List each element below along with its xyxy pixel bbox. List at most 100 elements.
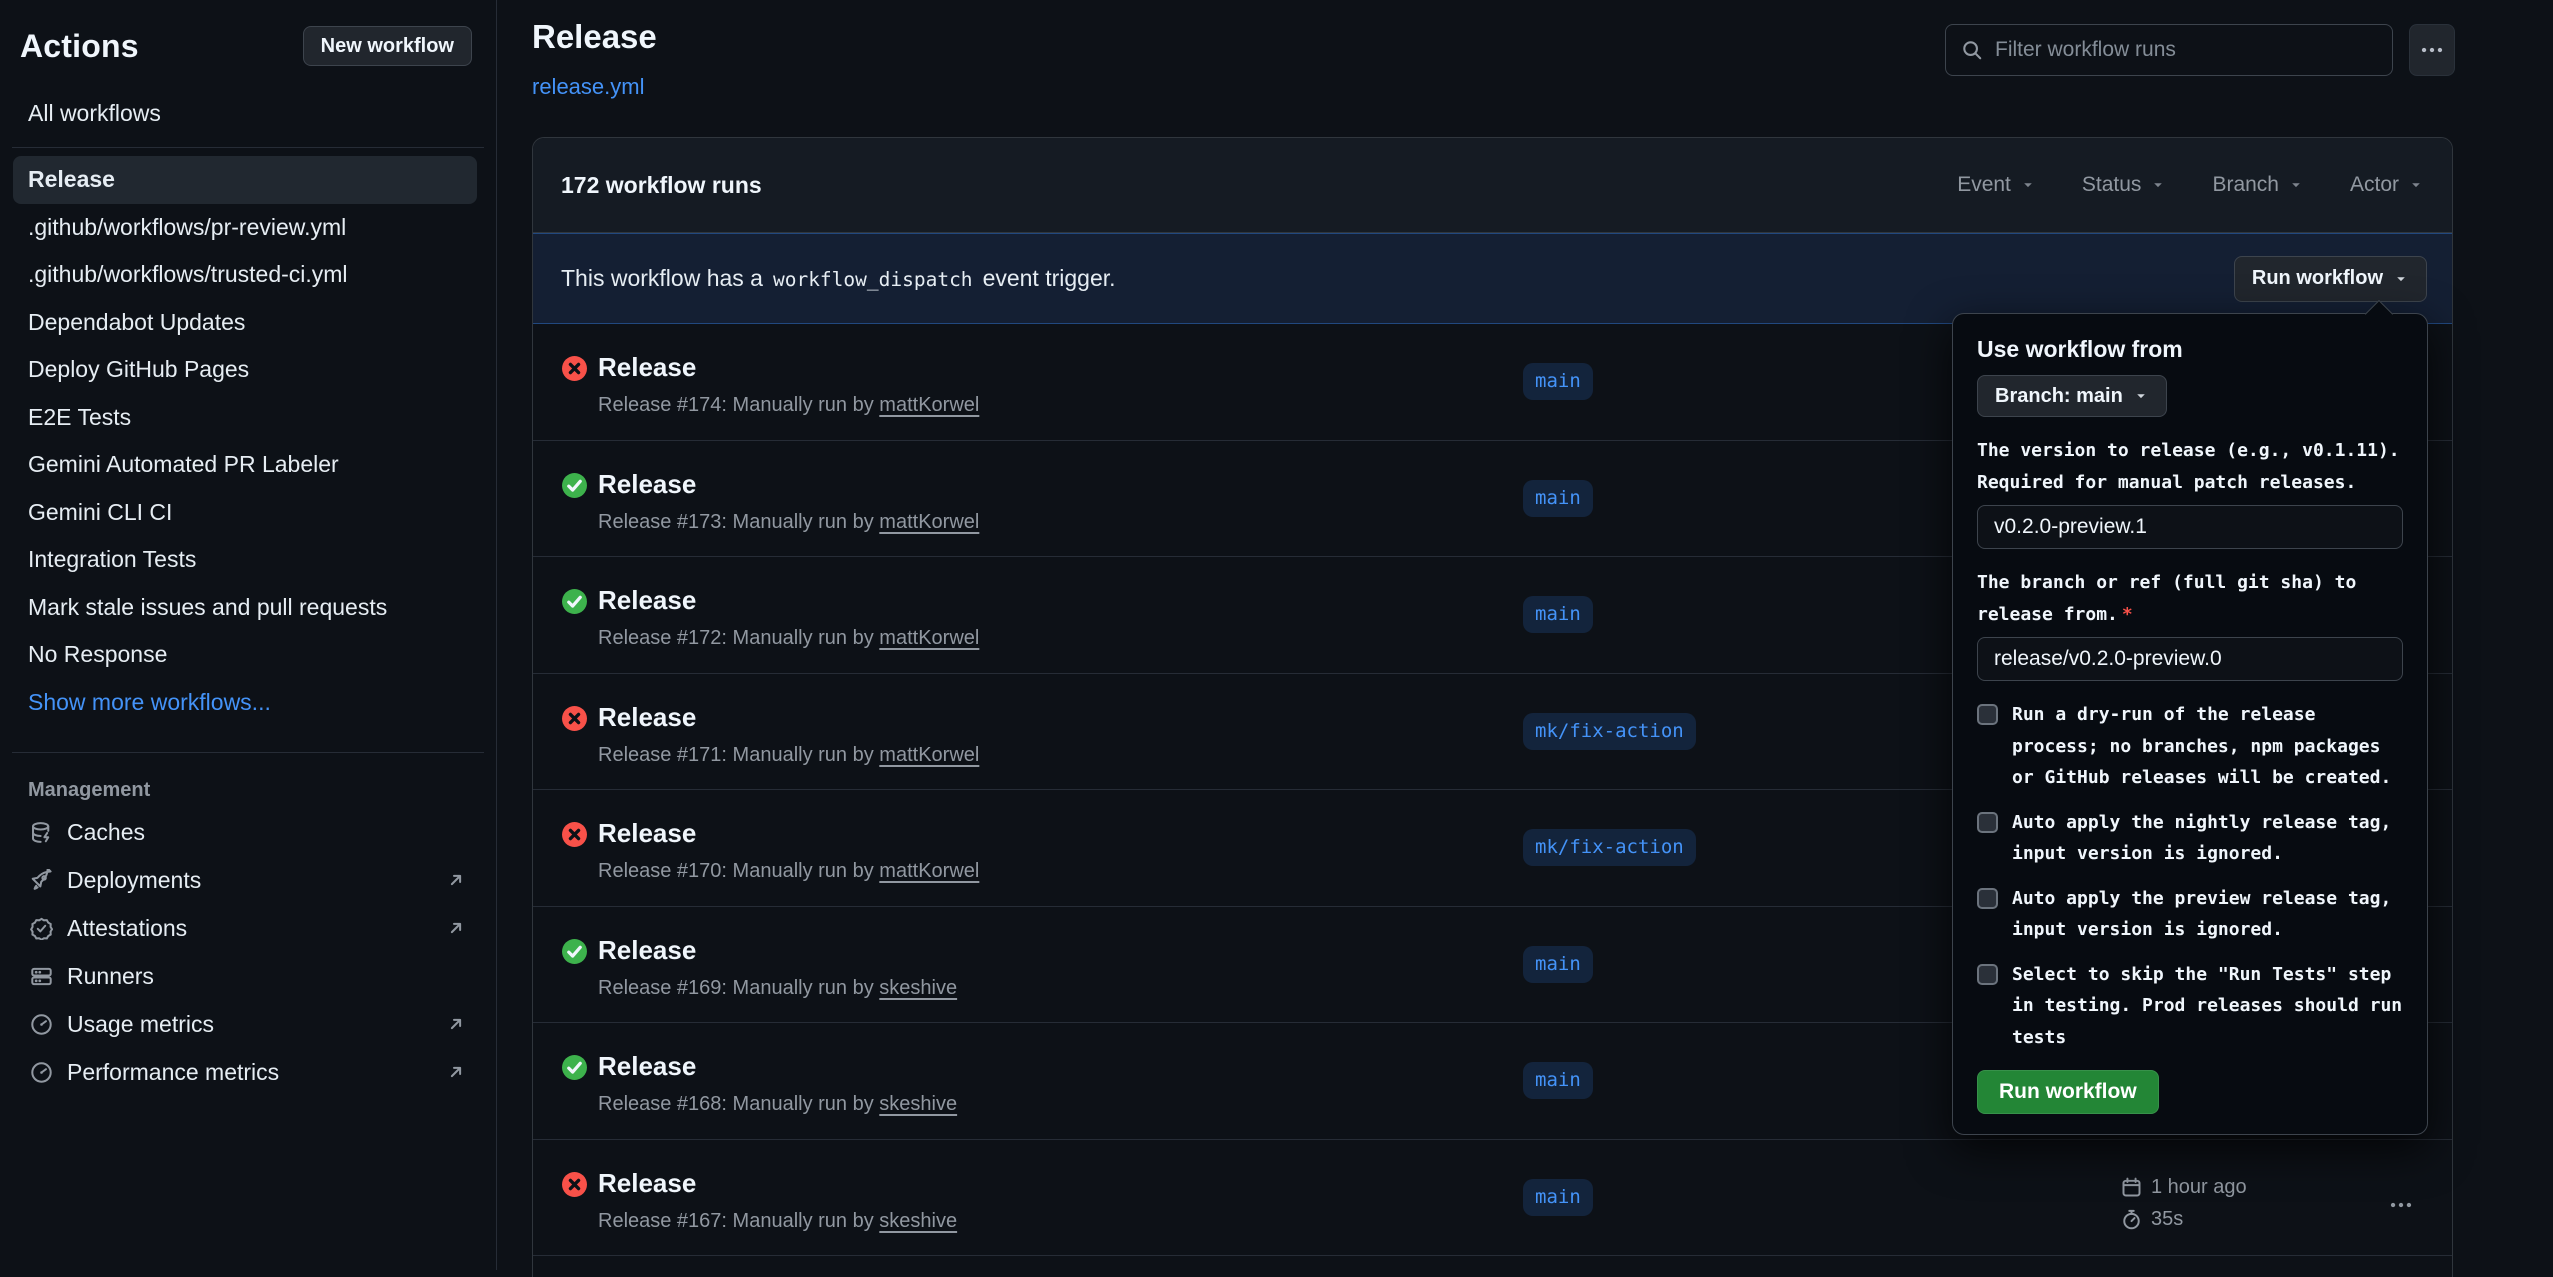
workflow-file-link[interactable]: release.yml: [532, 74, 644, 100]
management-item-label: Usage metrics: [67, 1011, 214, 1038]
checkbox[interactable]: [1977, 812, 1998, 833]
branch-badge[interactable]: main: [1523, 363, 1593, 400]
chevron-down-icon: [2288, 177, 2304, 193]
sidebar-item-usage-metrics[interactable]: Usage metrics: [0, 1000, 496, 1048]
sidebar-item-deployments[interactable]: Deployments: [0, 856, 496, 904]
workflow-options-button[interactable]: [2409, 24, 2455, 76]
dialog-title: Use workflow from: [1977, 336, 2403, 363]
cache-icon: [30, 821, 53, 844]
actions-sidebar: Actions New workflow All workflows Relea…: [0, 0, 497, 1270]
ref-input[interactable]: [1977, 637, 2403, 681]
sidebar-item-workflow[interactable]: Release: [13, 156, 477, 204]
run-duration: 35s: [2151, 1208, 2183, 1231]
sidebar-item-workflow[interactable]: Deploy GitHub Pages: [13, 346, 477, 394]
version-input[interactable]: [1977, 505, 2403, 549]
search-icon: [1961, 39, 1983, 61]
success-icon: [561, 588, 588, 615]
runs-filters: Event Status Branch Actor: [1957, 173, 2424, 197]
sidebar-item-show-more[interactable]: Show more workflows...: [13, 679, 477, 727]
run-name-link[interactable]: Release: [598, 702, 696, 733]
workflow-dispatch-code: workflow_dispatch: [773, 268, 973, 291]
new-workflow-button[interactable]: New workflow: [303, 26, 472, 66]
run-name-link[interactable]: Release: [598, 1168, 696, 1199]
sidebar-item-workflow[interactable]: E2E Tests: [13, 394, 477, 442]
run-time: 1 hour ago: [2151, 1176, 2247, 1199]
checkbox[interactable]: [1977, 704, 1998, 725]
branch-badge[interactable]: mk/fix-action: [1523, 713, 1696, 750]
checkbox[interactable]: [1977, 888, 1998, 909]
branch-badge[interactable]: main: [1523, 480, 1593, 517]
failure-icon: [561, 1171, 588, 1198]
filter-runs-searchbox[interactable]: [1945, 24, 2393, 76]
management-item-label: Runners: [67, 963, 154, 990]
filter-event[interactable]: Event: [1957, 173, 2036, 197]
run-options-button[interactable]: [2385, 1189, 2417, 1221]
sidebar-item-runners[interactable]: Runners: [0, 952, 496, 1000]
sidebar-item-workflow[interactable]: Mark stale issues and pull requests: [13, 584, 477, 632]
runs-count: 172 workflow runs: [561, 172, 762, 199]
run-description: Release #171: Manually run by mattKorwel: [598, 744, 979, 767]
sidebar-item-attestations[interactable]: Attestations: [0, 904, 496, 952]
external-link-icon: [446, 1014, 466, 1034]
branch-badge[interactable]: mk/fix-action: [1523, 829, 1696, 866]
dialog-checkbox-row: Select to skip the "Run Tests" step in t…: [1977, 959, 2403, 1054]
meter-icon: [30, 1061, 53, 1084]
dialog-checkbox-row: Auto apply the preview release tag, inpu…: [1977, 883, 2403, 946]
sidebar-item-workflow[interactable]: .github/workflows/trusted-ci.yml: [13, 251, 477, 299]
sidebar-header: Actions New workflow: [0, 0, 496, 66]
branch-badge[interactable]: main: [1523, 1179, 1593, 1216]
sidebar-item-workflow[interactable]: No Response: [13, 631, 477, 679]
sidebar-item-workflow[interactable]: Dependabot Updates: [13, 299, 477, 347]
checkbox-label[interactable]: Run a dry-run of the release process; no…: [2012, 699, 2391, 794]
run-actor-link[interactable]: mattKorwel: [879, 394, 979, 416]
branch-badge[interactable]: main: [1523, 946, 1593, 983]
run-name-link[interactable]: Release: [598, 818, 696, 849]
checkbox-label[interactable]: Select to skip the "Run Tests" step in t…: [2012, 959, 2402, 1054]
management-item-label: Caches: [67, 819, 145, 846]
runs-list-header: 172 workflow runs Event Status Branch Actor: [533, 138, 2452, 233]
run-name-link[interactable]: Release: [598, 585, 696, 616]
branch-badge[interactable]: main: [1523, 1062, 1593, 1099]
run-description: Release #169: Manually run by skeshive: [598, 977, 957, 1000]
sidebar-item-caches[interactable]: Caches: [0, 808, 496, 856]
checkbox-label[interactable]: Auto apply the preview release tag, inpu…: [2012, 883, 2391, 946]
run-actor-link[interactable]: mattKorwel: [879, 860, 979, 882]
filter-branch[interactable]: Branch: [2212, 173, 2304, 197]
sidebar-item-workflow[interactable]: Integration Tests: [13, 536, 477, 584]
dialog-checkbox-row: Auto apply the nightly release tag, inpu…: [1977, 807, 2403, 870]
run-name-link[interactable]: Release: [598, 935, 696, 966]
page-title: Actions: [20, 28, 139, 65]
failure-icon: [561, 355, 588, 382]
filter-runs-input[interactable]: [1995, 38, 2377, 62]
run-workflow-submit-button[interactable]: Run workflow: [1977, 1070, 2159, 1114]
run-actor-link[interactable]: mattKorwel: [879, 627, 979, 649]
chevron-down-icon: [2393, 271, 2409, 287]
sidebar-item-workflow[interactable]: Gemini CLI CI: [13, 489, 477, 537]
chevron-down-icon: [2020, 177, 2036, 193]
run-actor-link[interactable]: skeshive: [879, 977, 957, 999]
success-icon: [561, 472, 588, 499]
run-name-link[interactable]: Release: [598, 1051, 696, 1082]
chevron-down-icon: [2150, 177, 2166, 193]
branch-selector-button[interactable]: Branch: main: [1977, 375, 2167, 417]
sidebar-item-all-workflows[interactable]: All workflows: [13, 88, 477, 139]
sidebar-item-workflow[interactable]: .github/workflows/pr-review.yml: [13, 204, 477, 252]
run-actor-link[interactable]: skeshive: [879, 1210, 957, 1232]
checkbox[interactable]: [1977, 964, 1998, 985]
run-workflow-dialog: Use workflow from Branch: main The versi…: [1952, 313, 2428, 1135]
branch-badge[interactable]: main: [1523, 596, 1593, 633]
run-actor-link[interactable]: skeshive: [879, 1093, 957, 1115]
run-actor-link[interactable]: mattKorwel: [879, 511, 979, 533]
chevron-down-icon: [2133, 388, 2149, 404]
filter-status[interactable]: Status: [2082, 173, 2167, 197]
run-name-link[interactable]: Release: [598, 469, 696, 500]
run-actor-link[interactable]: mattKorwel: [879, 744, 979, 766]
filter-actor[interactable]: Actor: [2350, 173, 2424, 197]
run-workflow-dropdown-button[interactable]: Run workflow: [2234, 256, 2427, 302]
sidebar-item-workflow[interactable]: Gemini Automated PR Labeler: [13, 441, 477, 489]
checkbox-label[interactable]: Auto apply the nightly release tag, inpu…: [2012, 807, 2391, 870]
workflow-run-row[interactable]: ReleaseRelease #167: Manually run by ske…: [533, 1140, 2452, 1257]
dialog-checkbox-row: Run a dry-run of the release process; no…: [1977, 699, 2403, 794]
run-name-link[interactable]: Release: [598, 352, 696, 383]
sidebar-item-performance-metrics[interactable]: Performance metrics: [0, 1048, 496, 1096]
